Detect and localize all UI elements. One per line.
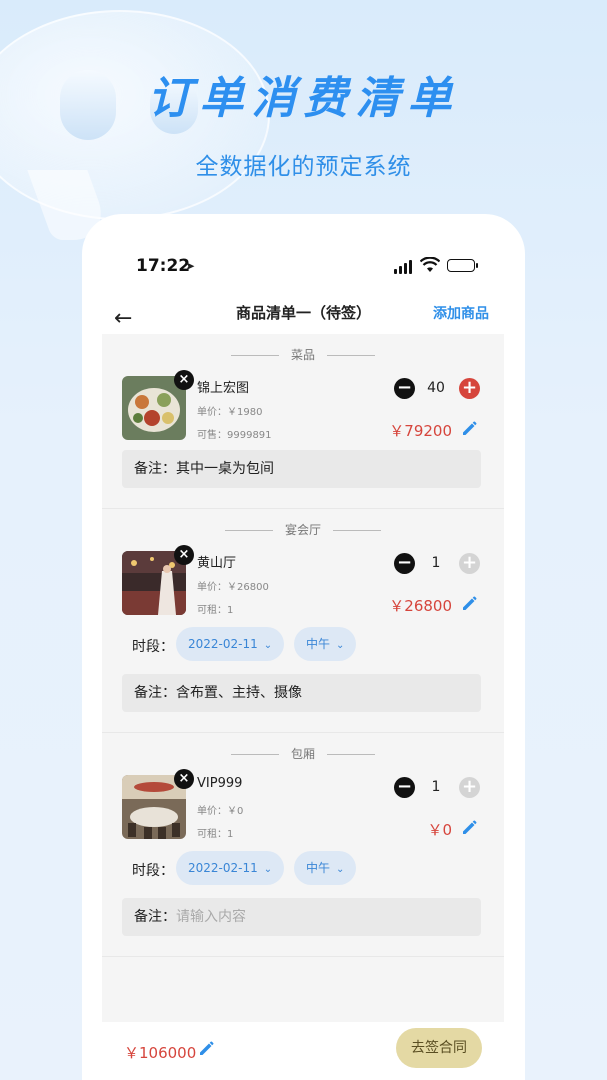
minus-icon[interactable]: − — [394, 553, 415, 574]
navbar: ← 商品清单一（待签） 添加商品 — [82, 300, 525, 336]
date-value: 2022-02-11 — [188, 637, 258, 651]
note-label: 备注： — [134, 909, 176, 925]
pencil-icon[interactable] — [460, 593, 480, 613]
meal-value: 中午 — [306, 861, 331, 875]
pencil-icon[interactable] — [460, 418, 480, 438]
remove-item-icon[interactable]: × — [174, 370, 194, 390]
section-banquet-hall: 宴会厅 × 黄山厅 单价：￥26800 可租：1 − 1 + ￥26800 时段… — [102, 509, 504, 733]
pencil-icon[interactable] — [197, 1038, 217, 1058]
item-price: ￥0 — [427, 821, 452, 839]
add-goods-button[interactable]: 添加商品 — [433, 303, 489, 323]
item-name: 黄山厅 — [197, 556, 237, 571]
note-label: 备注： — [134, 685, 176, 701]
section-heading: 宴会厅 — [102, 521, 504, 538]
date-value: 2022-02-11 — [188, 861, 258, 875]
item-unit-price: 单价：￥0 — [197, 806, 244, 817]
wifi-icon — [420, 257, 440, 272]
goods-list[interactable]: 菜品 × 锦上宏图 单价：￥1980 可售：9999891 − 40 + ￥79… — [102, 334, 504, 1024]
period-label: 时段： — [132, 863, 174, 879]
note-label: 备注： — [134, 461, 176, 477]
note-field[interactable]: 备注：其中一桌为包间 — [122, 450, 481, 488]
meal-value: 中午 — [306, 637, 331, 651]
date-picker[interactable]: 2022-02-11 ⌄ — [176, 627, 285, 661]
phone-screen: 17:22 ➤ ← 商品清单一（待签） 添加商品 菜品 × 锦上宏图 单价：￥1… — [82, 214, 525, 1080]
item-name: 锦上宏图 — [197, 381, 250, 396]
battery-icon — [447, 259, 478, 272]
minus-icon[interactable]: − — [394, 777, 415, 798]
chevron-down-icon: ⌄ — [336, 640, 345, 651]
section-heading: 菜品 — [102, 346, 504, 363]
item-quantity[interactable]: 40 — [416, 380, 456, 396]
section-dishes: 菜品 × 锦上宏图 单价：￥1980 可售：9999891 − 40 + ￥79… — [102, 334, 504, 509]
note-value: 含布置、主持、摄像 — [176, 685, 302, 701]
section-heading: 包厢 — [102, 745, 504, 762]
remove-item-icon[interactable]: × — [174, 769, 194, 789]
cellular-signal-icon — [394, 260, 412, 274]
remove-item-icon[interactable]: × — [174, 545, 194, 565]
meal-period-picker[interactable]: 中午 ⌄ — [294, 851, 357, 885]
item-quantity[interactable]: 1 — [416, 779, 456, 795]
plus-icon[interactable]: + — [459, 777, 480, 798]
item-name: VIP999 — [197, 776, 243, 791]
pencil-icon[interactable] — [460, 817, 480, 837]
note-placeholder: 请输入内容 — [176, 909, 246, 925]
item-unit-price: 单价：￥26800 — [197, 582, 269, 593]
minus-icon[interactable]: − — [394, 378, 415, 399]
section-private-room: 包厢 × VIP999 单价：￥0 可租：1 − 1 + ￥0 时段： 2022… — [102, 733, 504, 957]
meal-period-picker[interactable]: 中午 ⌄ — [294, 627, 357, 661]
item-unit-price: 单价：￥1980 — [197, 407, 263, 418]
period-label: 时段： — [132, 639, 174, 655]
date-picker[interactable]: 2022-02-11 ⌄ — [176, 851, 285, 885]
status-bar: 17:22 ➤ — [82, 256, 525, 280]
chevron-down-icon: ⌄ — [263, 864, 273, 875]
item-stock: 可租：1 — [197, 605, 234, 616]
status-time: 17:22 — [136, 256, 191, 276]
chevron-down-icon: ⌄ — [263, 640, 273, 651]
hero-subtitle: 全数据化的预定系统 — [195, 154, 412, 180]
chevron-down-icon: ⌄ — [336, 864, 345, 875]
item-price: ￥26800 — [389, 597, 452, 615]
plus-icon[interactable]: + — [459, 378, 480, 399]
note-field[interactable]: 备注：请输入内容 — [122, 898, 481, 936]
hero-title: 订单消费清单 — [147, 73, 460, 124]
plus-icon[interactable]: + — [459, 553, 480, 574]
item-stock: 可租：1 — [197, 829, 234, 840]
note-value: 其中一桌为包间 — [176, 461, 274, 477]
order-total: ￥106000 — [124, 1044, 197, 1062]
item-stock: 可售：9999891 — [197, 430, 272, 441]
bottom-bar: ￥106000 去签合同 — [82, 1022, 525, 1080]
note-field[interactable]: 备注：含布置、主持、摄像 — [122, 674, 481, 712]
item-price: ￥79200 — [389, 422, 452, 440]
item-quantity[interactable]: 1 — [416, 555, 456, 571]
sign-contract-button[interactable]: 去签合同 — [396, 1028, 482, 1068]
location-arrow-icon: ➤ — [185, 259, 196, 273]
